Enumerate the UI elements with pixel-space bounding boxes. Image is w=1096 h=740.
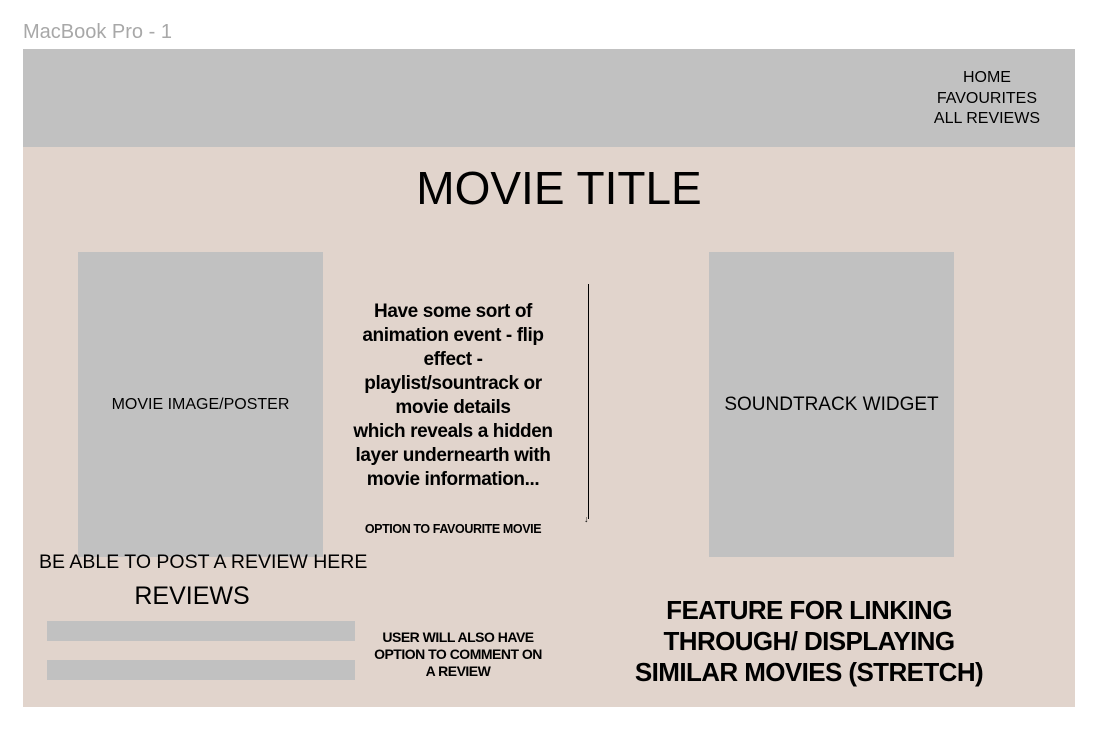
flip-arrow-line [588,284,589,519]
animation-note: Have some sort of animation event - flip… [353,301,553,490]
reviews-heading: REVIEWS [134,582,250,610]
soundtrack-widget-placeholder[interactable]: SOUNDTRACK WIDGET [709,252,954,557]
comment-note: USER WILL ALSO HAVE OPTION TO COMMENT ON… [374,629,542,679]
poster-label: MOVIE IMAGE/POSTER [111,395,290,413]
soundtrack-label: SOUNDTRACK WIDGET [724,393,939,415]
post-review-prompt[interactable]: BE ABLE TO POST A REVIEW HERE [39,551,367,574]
arrow-down-icon: ↓ [584,514,589,524]
movie-poster-placeholder: MOVIE IMAGE/POSTER [78,252,323,557]
page-frame: HOME FAVOURITES ALL REVIEWS MOVIE TITLE … [23,49,1075,707]
nav-all-reviews-link[interactable]: ALL REVIEWS [934,109,1040,130]
review-item[interactable] [47,660,355,680]
nav-home-link[interactable]: HOME [934,68,1040,89]
frame-label: MacBook Pro - 1 [23,21,172,43]
main-nav: HOME FAVOURITES ALL REVIEWS [934,68,1040,130]
review-item[interactable] [47,621,355,641]
similar-movies-note: FEATURE FOR LINKING THROUGH/ DISPLAYING … [634,595,984,687]
favourite-option-note[interactable]: OPTION TO FAVOURITE MOVIE [345,522,561,536]
page-title: MOVIE TITLE [416,162,702,214]
header-bar: HOME FAVOURITES ALL REVIEWS [23,49,1075,147]
nav-favourites-link[interactable]: FAVOURITES [934,89,1040,110]
